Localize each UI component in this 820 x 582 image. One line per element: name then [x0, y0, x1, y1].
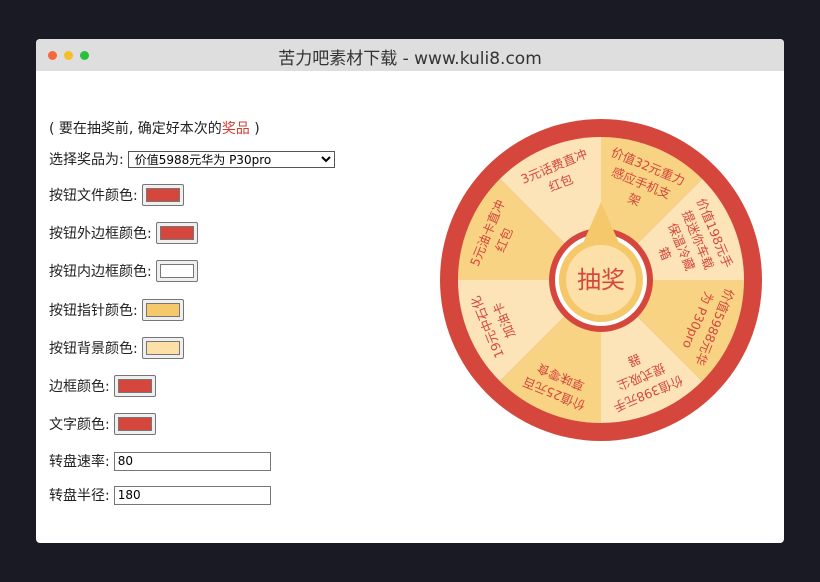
- border-color-fill: [117, 379, 152, 393]
- title-bar: 苦力吧素材下载 - www.kuli8.com: [36, 39, 784, 71]
- button-inner-border-label: 按钮内边框颜色:: [49, 264, 152, 280]
- button-text-color-label: 按钮文件颜色:: [49, 188, 138, 204]
- draw-button-label: 抽奖: [577, 266, 625, 294]
- text-color-label: 文字颜色:: [49, 417, 110, 433]
- prize-row: 选择奖品为: 价值5988元华为 P30pro: [49, 147, 335, 171]
- button-bg-color-fill: [145, 341, 180, 355]
- button-text-color-fill: [145, 188, 180, 202]
- window-title: 苦力吧素材下载 - www.kuli8.com: [278, 49, 542, 69]
- prize-label: 选择奖品为:: [49, 152, 124, 168]
- wheel-graphic: 价值32元重力感应手机支架 价值198元手提迷你车载保温冷藏箱价值5988元华为 …: [440, 119, 762, 441]
- radius-input[interactable]: [113, 485, 271, 505]
- button-pointer-label: 按钮指针颜色:: [49, 303, 138, 319]
- speed-row: 转盘速率:: [49, 449, 271, 473]
- browser-window: 苦力吧素材下载 - www.kuli8.com ( 要在抽奖前, 确定好本次的奖…: [36, 39, 784, 543]
- note-suffix: ): [249, 121, 260, 137]
- speed-label: 转盘速率:: [49, 454, 110, 470]
- button-outer-border-row: 按钮外边框颜色:: [49, 221, 198, 245]
- text-color-row: 文字颜色:: [49, 412, 156, 436]
- radius-label: 转盘半径:: [49, 488, 110, 504]
- border-color-row: 边框颜色:: [49, 374, 156, 398]
- button-text-color-picker[interactable]: [141, 184, 184, 206]
- button-outer-border-color-picker[interactable]: [155, 222, 198, 244]
- border-color-label: 边框颜色:: [49, 379, 110, 395]
- button-text-color-row: 按钮文件颜色:: [49, 183, 184, 207]
- text-color-picker[interactable]: [113, 413, 156, 435]
- button-bg-row: 按钮背景颜色:: [49, 336, 184, 360]
- radius-row: 转盘半径:: [49, 483, 271, 507]
- button-bg-label: 按钮背景颜色:: [49, 341, 138, 357]
- prize-select[interactable]: 价值5988元华为 P30pro: [127, 150, 335, 168]
- button-pointer-color-picker[interactable]: [141, 299, 184, 321]
- note-highlight: 奖品: [221, 121, 250, 137]
- button-pointer-color-fill: [145, 303, 180, 317]
- button-inner-border-color-fill: [159, 264, 194, 278]
- border-color-picker[interactable]: [113, 375, 156, 397]
- note-prefix: ( 要在抽奖前, 确定好本次的: [49, 121, 222, 137]
- button-inner-border-row: 按钮内边框颜色:: [49, 259, 198, 283]
- page-content: ( 要在抽奖前, 确定好本次的奖品 ) 选择奖品为: 价值5988元华为 P30…: [36, 71, 784, 543]
- speed-input[interactable]: [113, 451, 271, 471]
- button-outer-border-color-fill: [159, 226, 194, 240]
- button-pointer-row: 按钮指针颜色:: [49, 298, 184, 322]
- lottery-wheel[interactable]: 价值32元重力 感应手机支架价值198元手 提迷你车载 保温冷藏箱价值5988元华为 …: [440, 119, 762, 441]
- button-bg-color-picker[interactable]: [141, 337, 184, 359]
- text-color-fill: [117, 417, 152, 431]
- button-outer-border-label: 按钮外边框颜色:: [49, 226, 152, 242]
- button-inner-border-color-picker[interactable]: [155, 260, 198, 282]
- instruction-note: ( 要在抽奖前, 确定好本次的奖品 ): [49, 118, 260, 138]
